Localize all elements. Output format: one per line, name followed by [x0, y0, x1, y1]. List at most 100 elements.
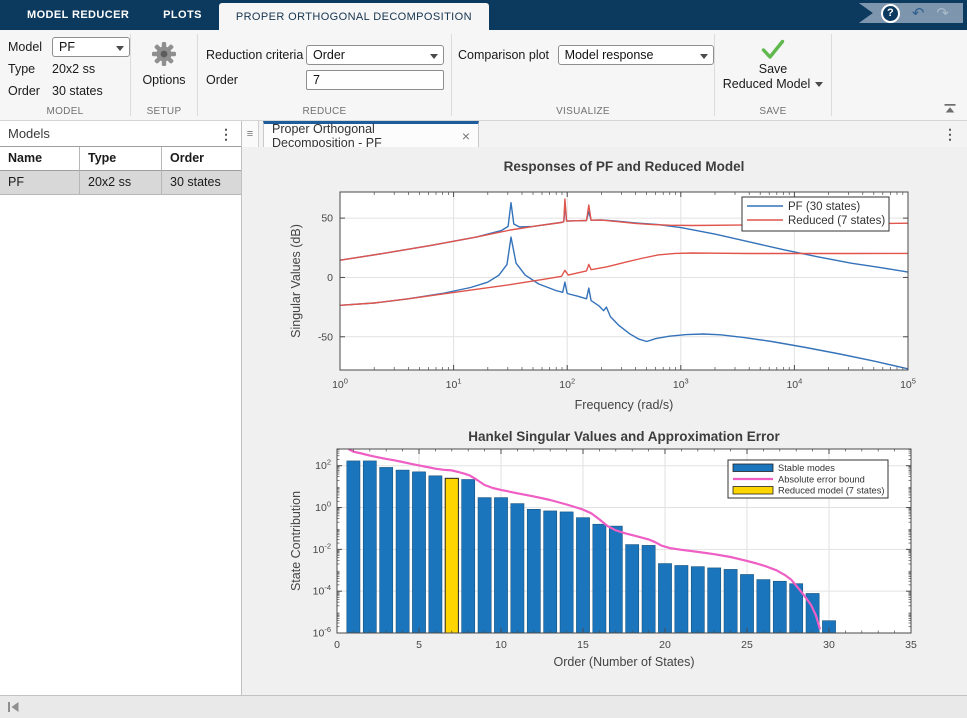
svg-text:5: 5 — [416, 639, 422, 651]
quick-access-toolbar: ? ↶ ↷ — [859, 3, 963, 23]
hsv-bar[interactable] — [412, 472, 425, 633]
model-order-cell: 30 states — [162, 171, 241, 194]
charts-canvas: 500-50100101102103104105Responses of PF … — [242, 147, 966, 695]
ribbon-filler — [832, 30, 967, 120]
hsv-bar[interactable] — [757, 580, 770, 633]
hsv-bar[interactable] — [740, 574, 753, 633]
svg-text:PF (30 states): PF (30 states) — [788, 201, 860, 213]
help-icon[interactable]: ? — [881, 4, 900, 23]
hsv-bar[interactable] — [396, 470, 409, 633]
hsv-bar[interactable] — [560, 512, 573, 633]
hsv-bar[interactable] — [642, 545, 655, 633]
svg-text:102: 102 — [559, 377, 575, 392]
ribbon-section-setup: Options SETUP — [131, 30, 197, 120]
hsv-bar[interactable] — [576, 518, 589, 633]
hsv-bar[interactable] — [478, 498, 491, 633]
model-label: Model — [8, 40, 52, 54]
document-tab-pod-pf[interactable]: Proper Orthogonal Decomposition - PF × — [263, 121, 479, 147]
options-button[interactable] — [151, 39, 177, 69]
close-icon[interactable]: × — [462, 129, 470, 143]
main-area: Models ⋮ Name Type Order PF 20x2 ss 30 s… — [0, 121, 967, 695]
options-button-label[interactable]: Options — [142, 73, 185, 87]
svg-text:Hankel Singular Values and App: Hankel Singular Values and Approximation… — [468, 429, 780, 444]
legend-responses: PF (30 states)Reduced (7 states) — [742, 197, 889, 231]
collapse-panel-left-icon[interactable] — [7, 701, 20, 713]
svg-text:0: 0 — [327, 272, 333, 284]
svg-text:103: 103 — [673, 377, 689, 392]
hsv-bar[interactable] — [724, 569, 737, 633]
section-label-setup: SETUP — [131, 106, 197, 120]
svg-text:Stable modes: Stable modes — [778, 463, 835, 473]
reduction-criteria-dropdown[interactable]: Order — [306, 45, 444, 65]
svg-text:35: 35 — [905, 639, 917, 651]
svg-text:105: 105 — [900, 377, 916, 392]
tab-model-reducer[interactable]: MODEL REDUCER — [10, 0, 146, 30]
hsv-bar[interactable] — [494, 498, 507, 633]
tab-proper-orthogonal-decomposition[interactable]: PROPER ORTHOGONAL DECOMPOSITION — [219, 3, 489, 30]
reduction-criteria-label: Reduction criteria — [198, 48, 306, 62]
hsv-bar[interactable] — [658, 564, 671, 633]
section-label-reduce: REDUCE — [198, 106, 451, 120]
document-tab-title: Proper Orthogonal Decomposition - PF — [272, 122, 455, 150]
svg-text:15: 15 — [577, 639, 589, 651]
chart-responses: 500-50100101102103104105Responses of PF … — [289, 159, 916, 412]
hsv-bar[interactable] — [773, 581, 786, 633]
hsv-bar[interactable] — [544, 511, 557, 633]
svg-text:100: 100 — [332, 377, 348, 392]
models-col-order: Order — [162, 147, 241, 171]
type-value: 20x2 ss — [52, 62, 95, 76]
caret-down-icon — [815, 82, 823, 87]
svg-text:10-4: 10-4 — [313, 583, 331, 598]
topbar-spacer — [0, 0, 10, 30]
hsv-bar-highlighted[interactable] — [445, 478, 458, 633]
hsv-bar[interactable] — [363, 461, 376, 633]
order-label: Order — [8, 84, 52, 98]
hsv-bar[interactable] — [462, 479, 475, 633]
order-input[interactable] — [306, 70, 444, 90]
svg-text:Order (Number of States): Order (Number of States) — [553, 655, 694, 669]
model-dropdown-value: PF — [59, 40, 75, 54]
undo-icon[interactable]: ↶ — [912, 6, 925, 21]
redo-icon[interactable]: ↷ — [936, 6, 949, 21]
document-tab-bar-menu-icon[interactable]: ⋮ — [933, 121, 967, 147]
tab-strip-handle[interactable]: ≡ — [242, 121, 259, 147]
hsv-bar[interactable] — [675, 565, 688, 633]
hsv-bar[interactable] — [380, 467, 393, 633]
hsv-bar[interactable] — [691, 567, 704, 633]
save-button-line1: Save — [759, 62, 788, 77]
legend-hankel: Stable modesAbsolute error boundReduced … — [728, 460, 888, 498]
svg-text:30: 30 — [823, 639, 835, 651]
model-dropdown[interactable]: PF — [52, 37, 130, 57]
hsv-bar[interactable] — [626, 545, 639, 633]
hsv-bar[interactable] — [429, 476, 442, 633]
tab-plots[interactable]: PLOTS — [146, 0, 219, 30]
hsv-bar[interactable] — [609, 526, 622, 633]
hsv-bar[interactable] — [593, 524, 606, 633]
caret-down-icon — [700, 54, 708, 59]
hsv-bar[interactable] — [527, 509, 540, 633]
collapse-ribbon-icon[interactable] — [943, 103, 957, 114]
svg-text:102: 102 — [315, 458, 331, 473]
model-type-cell: 20x2 ss — [80, 171, 162, 194]
section-label-visualize: VISUALIZE — [452, 106, 714, 120]
comparison-plot-dropdown[interactable]: Model response — [558, 45, 714, 65]
svg-text:101: 101 — [446, 377, 462, 392]
svg-text:Responses of PF and Reduced Mo: Responses of PF and Reduced Model — [504, 159, 745, 174]
svg-text:20: 20 — [659, 639, 671, 651]
save-reduced-model-button[interactable]: Save Reduced Model — [723, 38, 824, 92]
svg-text:10-6: 10-6 — [313, 625, 331, 640]
kebab-icon: ⋮ — [943, 126, 957, 143]
svg-text:104: 104 — [786, 377, 802, 392]
hsv-bar[interactable] — [511, 504, 524, 633]
table-row[interactable]: PF 20x2 ss 30 states — [0, 171, 241, 194]
comparison-plot-value: Model response — [565, 48, 654, 62]
svg-text:Absolute error bound: Absolute error bound — [778, 475, 865, 485]
svg-text:100: 100 — [315, 500, 331, 514]
svg-text:10-2: 10-2 — [313, 541, 331, 556]
model-name-cell: PF — [0, 171, 80, 194]
gear-icon — [151, 41, 177, 67]
models-panel-menu-icon[interactable]: ⋮ — [219, 127, 233, 141]
check-icon — [760, 38, 786, 62]
hsv-bar[interactable] — [708, 568, 721, 633]
hsv-bar[interactable] — [347, 461, 360, 633]
